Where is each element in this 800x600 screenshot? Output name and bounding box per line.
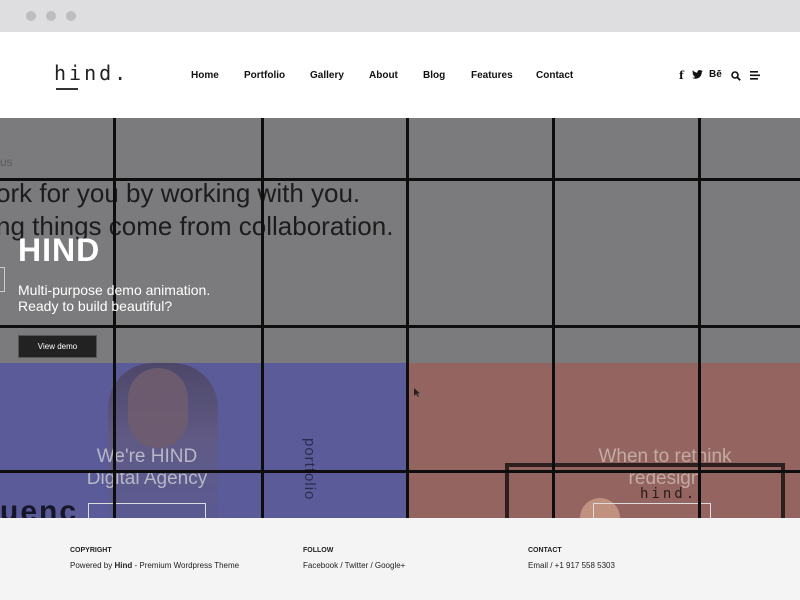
- twitter-icon[interactable]: [692, 70, 703, 79]
- footer-follow-heading: FOLLOW: [303, 547, 334, 554]
- card-right-line-1: When to rethink: [598, 446, 732, 467]
- footer-copyright-text: Powered by Hind - Premium Wordpress Them…: [70, 561, 239, 570]
- footer-follow-links[interactable]: Facebook / Twitter / Google+: [303, 561, 405, 570]
- person-head-image: [128, 368, 188, 448]
- mouse-cursor-icon: [414, 388, 420, 399]
- nav-blog[interactable]: Blog: [423, 70, 445, 81]
- window-dot-maximize[interactable]: [66, 11, 76, 21]
- nav-gallery[interactable]: Gallery: [310, 70, 344, 81]
- facebook-icon[interactable]: f: [679, 69, 684, 82]
- nav-about[interactable]: About: [369, 70, 398, 81]
- hero-subtitle-line-2: Ready to build beautiful?: [18, 298, 173, 314]
- hero-subtitle: Multi-purpose demo animation. Ready to b…: [18, 282, 210, 314]
- card-right-button[interactable]: [593, 503, 711, 518]
- site-header: hind. Home Portfolio Gallery About Blog …: [0, 32, 800, 118]
- menu-icon[interactable]: [750, 71, 760, 80]
- footer-contact-heading: CONTACT: [528, 547, 562, 554]
- device-logo: hind.: [640, 486, 698, 502]
- site-footer: COPYRIGHT Powered by Hind - Premium Word…: [0, 518, 800, 600]
- logo-underline: [56, 88, 78, 90]
- nav-portfolio[interactable]: Portfolio: [244, 70, 285, 81]
- nav-features[interactable]: Features: [471, 70, 513, 81]
- hero-label-fragment: US: [0, 158, 13, 168]
- grid-line: [0, 178, 800, 181]
- footer-copyright-prefix: Powered by: [70, 561, 115, 570]
- view-demo-button[interactable]: View demo: [18, 335, 97, 358]
- card-left-button[interactable]: [88, 503, 206, 518]
- search-icon[interactable]: [731, 71, 741, 81]
- hero-section: US ork for you by working with you. ng t…: [0, 118, 800, 518]
- card-left-line-1: We're HIND: [96, 446, 198, 467]
- hero-bg-line-1: ork for you by working with you.: [0, 178, 361, 208]
- slider-prev-arrow[interactable]: [0, 267, 5, 292]
- browser-chrome: [0, 0, 800, 32]
- footer-copyright-suffix: - Premium Wordpress Theme: [132, 561, 240, 570]
- window-dot-close[interactable]: [26, 11, 36, 21]
- hero-subtitle-line-1: Multi-purpose demo animation.: [18, 282, 211, 298]
- behance-icon[interactable]: Bē: [709, 69, 722, 80]
- footer-copyright-brand-link[interactable]: Hind: [114, 561, 132, 570]
- grid-line: [0, 325, 800, 328]
- hero-title: HIND: [18, 232, 101, 268]
- footer-copyright-heading: COPYRIGHT: [70, 547, 112, 554]
- site-logo[interactable]: hind.: [54, 61, 129, 85]
- bottom-text-fragment: uenc: [0, 495, 79, 518]
- window-dot-minimize[interactable]: [46, 11, 56, 21]
- grid-line: [0, 470, 800, 473]
- nav-home[interactable]: Home: [191, 70, 219, 81]
- nav-contact[interactable]: Contact: [536, 70, 573, 81]
- footer-contact-text: Email / +1 917 558 5303: [528, 561, 615, 570]
